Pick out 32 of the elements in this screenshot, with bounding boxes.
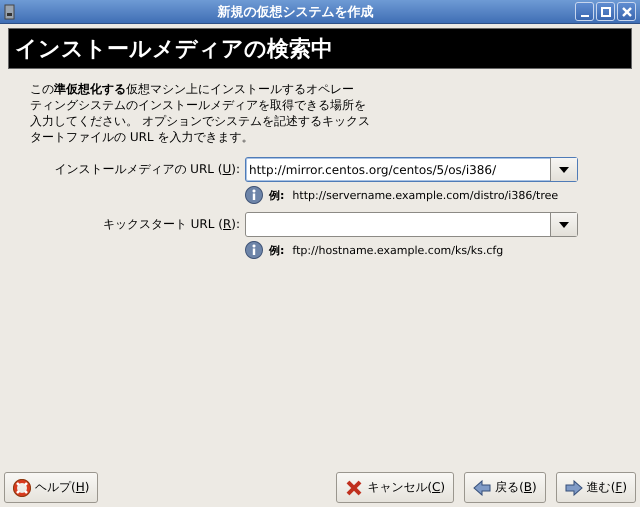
close-icon — [622, 6, 632, 16]
computer-icon — [4, 4, 16, 20]
field-label: キックスタート URL (R): — [102, 216, 240, 233]
info-icon — [245, 241, 263, 259]
cross-icon — [345, 478, 364, 496]
description-text: この準仮想化する仮想マシン上にインストールするオペレー ティングシステムのインストールメディアを取得できる場所を 入力してください。 オプションでシステムを記述するキックス タートファイルの URL を入力できます。 — [30, 81, 371, 145]
close-button[interactable] — [617, 2, 636, 21]
cancel-button[interactable]: キャンセル(C) — [336, 472, 454, 503]
url-combo-field[interactable] — [245, 212, 578, 237]
maximize-button[interactable] — [596, 2, 615, 21]
field-label: インストールメディアの URL (U): — [53, 161, 240, 178]
minimize-icon — [580, 14, 588, 16]
help-button[interactable]: ヘルプ(H) — [4, 472, 98, 503]
dropdown-button[interactable] — [550, 158, 577, 181]
back-button[interactable]: 戻る(B) — [464, 472, 546, 503]
hint-label: 例: — [269, 242, 284, 258]
hint-text: ftp://hostname.example.com/ks/ks.cfg — [292, 244, 504, 256]
hint-label: 例: — [269, 188, 284, 202]
window-title: 新規の仮想システムを作成 — [216, 4, 374, 20]
maximize-icon — [600, 6, 610, 16]
left-arrow-icon — [473, 478, 492, 496]
forward-button[interactable]: 進む(F) — [556, 472, 636, 503]
life-ring-icon — [13, 478, 31, 496]
caret-icon — [559, 222, 569, 228]
page-heading: インストールメディアの検索中 — [15, 36, 333, 64]
info-icon — [245, 186, 263, 204]
right-arrow-icon — [564, 478, 583, 496]
dropdown-button[interactable] — [550, 213, 577, 236]
minimize-button[interactable] — [575, 2, 594, 21]
caret-icon — [559, 166, 569, 172]
url-combo-field[interactable]: http://mirror.centos.org/centos/5/os/i386/ — [245, 157, 578, 182]
hint-text: http://servername.example.com/distro/i386/tree — [292, 188, 558, 202]
